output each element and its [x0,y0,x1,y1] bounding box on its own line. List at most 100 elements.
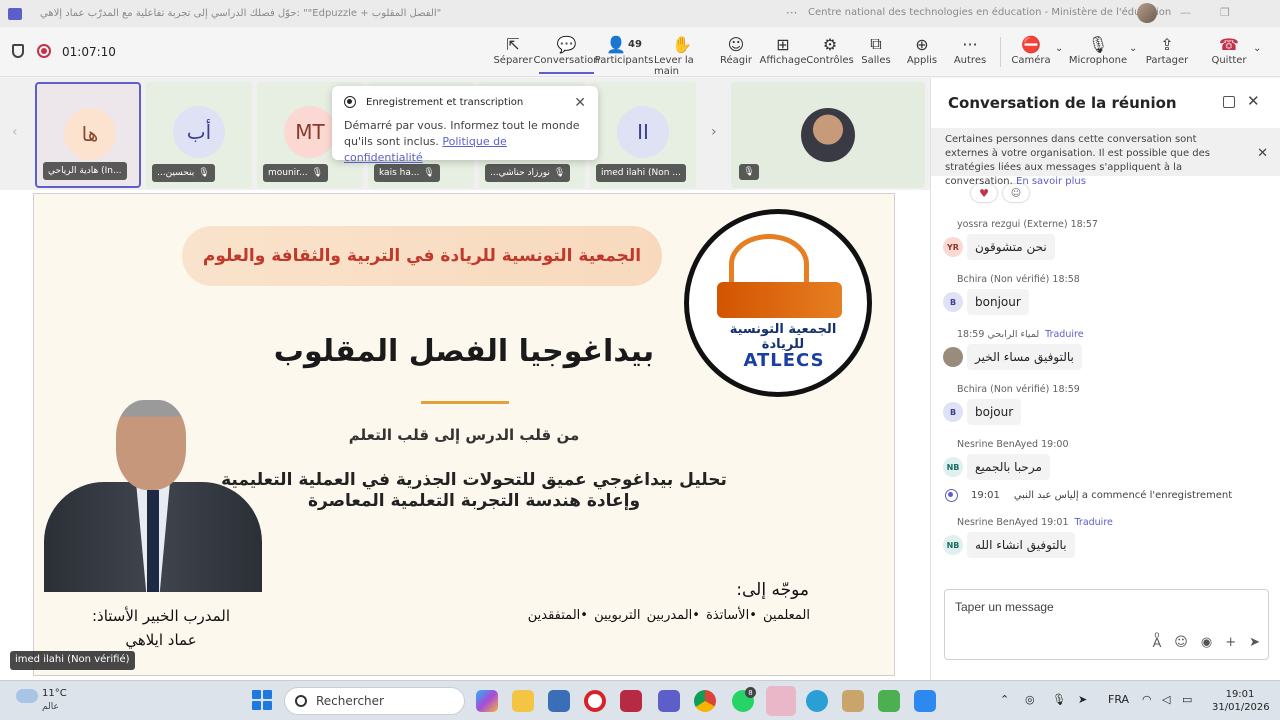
controls-button[interactable]: ⚙ Contrôles [806,33,854,67]
atlecs-logo: الجمعية التونسية للريادة ATLECS [684,209,872,397]
more-button[interactable]: ··· Autres [954,33,986,67]
chevron-right-icon[interactable]: › [711,124,717,140]
leave-button[interactable]: ☎ Quitter [1211,33,1246,67]
message-meta: Bchira (Non vérifié) 18:58 [957,274,1080,285]
window-title: حوّل فصلك الدراسي إلى تجربة تفاعلية مع ا… [40,8,442,19]
minimize-button[interactable]: — [1180,6,1191,19]
trainer-caption: المدرب الخبير الأستاذ: عماد ايلاهي [91,607,231,649]
chrome-icon[interactable] [694,690,716,712]
message-meta: لمياء الرابحي 18:59 Traduire [957,329,1084,340]
share-screen-icon: ⇪ [1160,34,1174,54]
presentation-slide: الجمعية التونسية للريادة في التربية والث… [33,193,895,676]
mic-muted-icon: 🎙 [423,168,435,178]
chat-message[interactable]: NB بالتوفيق انشاء الله [943,532,1075,558]
microphone-button[interactable]: 🎙 Microphone [1069,33,1127,67]
mic-options-chevron-icon[interactable]: ⌄ [1129,43,1137,54]
avatar: NB [943,457,963,477]
chat-message[interactable]: YR نحن متشوقون [943,234,1055,260]
onedrive-icon[interactable]: ◎ [1025,693,1035,706]
weather-label: عالم [42,702,59,712]
teams-icon [8,7,22,20]
close-chat-icon[interactable]: ✕ [1247,92,1260,110]
app-icon[interactable] [842,690,864,712]
location-icon[interactable]: ➤ [1078,693,1087,706]
close-icon[interactable]: ✕ [574,95,586,111]
telegram-icon[interactable] [806,690,828,712]
participants-count: 49 [628,38,642,50]
participant-tile[interactable]: أب ...بنحسين 🎙 [146,82,252,188]
shield-icon[interactable] [12,44,24,58]
start-button[interactable] [252,690,272,710]
search-icon [295,695,307,707]
message-meta: Nesrine BenAyed 19:01 Traduire [957,517,1113,528]
rooms-button[interactable]: ⧉ Salles [861,33,890,66]
react-button[interactable]: ☺ Réagir [720,33,752,67]
edge-active-icon[interactable] [766,686,796,716]
raise-hand-button[interactable]: ✋ Lever la main [654,33,710,78]
attach-icon[interactable]: + [1225,635,1236,651]
participant-tile[interactable]: ها هادية الرياحي (In... [35,82,141,188]
heart-reaction-icon[interactable]: ♥ [971,184,997,202]
tray-overflow-icon[interactable]: ⌃ [1000,693,1009,706]
chevron-left-icon[interactable]: ‹ [12,124,18,140]
language-indicator[interactable]: FRA [1108,693,1129,706]
smiley-icon: ☺ [727,34,745,54]
message-input[interactable] [955,600,1255,614]
temperature: 11°C [42,688,67,699]
add-reaction-icon[interactable]: ☺ [1003,184,1029,202]
participant-tile[interactable]: II imed ilahi (Non ... [590,82,696,188]
chat-message[interactable]: B bonjour [943,289,1029,315]
cloud-icon[interactable] [16,689,38,703]
camera-button[interactable]: ⛔ Caméra [1011,33,1050,67]
wifi-icon[interactable]: ◠ [1142,693,1152,706]
share-button[interactable]: ⇪ Partager [1146,33,1188,67]
camera-options-chevron-icon[interactable]: ⌄ [1055,43,1063,54]
chat-message[interactable]: B bojour [943,399,1022,425]
mic-muted-tray-icon[interactable]: 🎙 [1052,693,1066,706]
battery-icon[interactable]: ▭ [1182,693,1192,706]
translate-link[interactable]: Traduire [1075,517,1113,528]
sticker-icon[interactable]: ◉ [1201,635,1212,651]
more-options-icon[interactable]: ··· [786,6,797,20]
slide-title: بيداغوجيا الفصل المقلوب [273,334,655,369]
taskbar-search[interactable]: Rechercher [284,687,465,715]
apps-button[interactable]: ⊕ Applis [907,33,937,67]
conversation-button[interactable]: 💬 Conversation [533,33,600,74]
audience-heading: موجّه إلى: [736,580,809,600]
notepad-icon[interactable] [914,690,936,712]
chat-message[interactable]: NB مرحبا بالجميع [943,454,1050,480]
recording-icon [37,44,51,58]
chat-message[interactable]: بالتوفيق مساء الخير [943,344,1082,370]
copilot-icon[interactable] [476,690,498,712]
self-video-tile[interactable]: 🎙 [731,82,925,188]
participants-button[interactable]: 👤 49 Participants [595,33,654,67]
participant-avatar: II [617,106,669,158]
dismiss-notice-icon[interactable]: ✕ [1257,146,1268,161]
user-avatar[interactable] [1137,3,1157,23]
avatar [943,347,963,367]
view-button[interactable]: ⊞ Affichage [760,33,807,67]
system-clock[interactable]: 19:01 31/01/2026 [1212,688,1270,714]
emoji-icon[interactable]: ☺ [1174,635,1188,651]
popout-chat-icon[interactable] [1223,96,1235,108]
send-icon[interactable]: ➤ [1249,635,1260,651]
format-icon[interactable]: Aͦ [1153,635,1162,651]
volume-icon[interactable]: ◁ [1162,693,1170,706]
snipping-tool-icon[interactable] [620,690,642,712]
teams-icon[interactable] [658,690,680,712]
calculator-icon[interactable] [548,690,570,712]
store-icon[interactable] [878,690,900,712]
ellipsis-icon: ··· [962,34,978,54]
restore-button[interactable]: ❐ [1220,6,1230,19]
title-bar: حوّل فصلك الدراسي إلى تجربة تفاعلية مع ا… [0,0,1280,27]
rooms-icon: ⧉ [870,34,882,53]
chat-icon: 💬 [556,34,577,54]
file-explorer-icon[interactable] [512,690,534,712]
recording-started-event: 19:01 إلياس عبد النبي a commencé l'enreg… [945,489,1232,502]
separate-button[interactable]: ⇱ Séparer [493,33,532,67]
popout-icon: ⇱ [506,34,520,54]
opera-icon[interactable] [584,690,606,712]
leave-options-chevron-icon[interactable]: ⌄ [1253,43,1261,54]
whatsapp-badge: 8 [745,687,756,698]
translate-link[interactable]: Traduire [1045,329,1083,340]
